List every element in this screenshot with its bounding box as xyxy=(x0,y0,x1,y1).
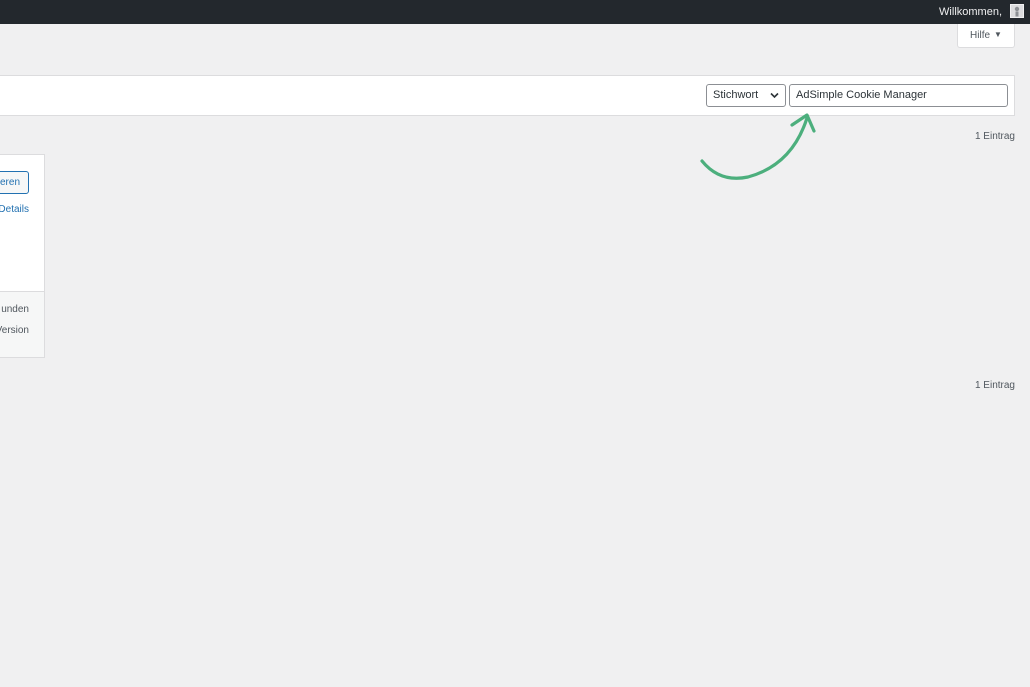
user-avatar-icon[interactable] xyxy=(1010,4,1024,18)
plugin-meta-updated: unden xyxy=(1,304,29,315)
welcome-greeting[interactable]: Willkommen, xyxy=(939,0,1002,24)
plugin-meta-compatibility: Version xyxy=(0,325,29,336)
plugin-card: eren Details unden Version xyxy=(0,154,45,358)
admin-bar: Willkommen, xyxy=(0,0,1030,24)
plugin-filter-bar: Stichwort AdSimple Cookie Manager xyxy=(0,75,1015,116)
result-count-top: 1 Eintrag xyxy=(974,131,1015,142)
annotation-arrow-icon xyxy=(700,113,816,180)
activate-button[interactable]: eren xyxy=(0,171,29,194)
help-label: Hilfe xyxy=(970,30,991,41)
result-count-bottom: 1 Eintrag xyxy=(974,380,1015,391)
more-details-link[interactable]: Details xyxy=(0,204,29,215)
chevron-down-icon xyxy=(770,92,779,99)
search-type-select[interactable]: Stichwort xyxy=(706,84,786,107)
help-button[interactable]: Hilfe ▼ xyxy=(957,24,1015,48)
plugin-card-footer: unden Version xyxy=(0,291,44,357)
plugin-search-input[interactable]: AdSimple Cookie Manager xyxy=(789,84,1008,107)
caret-down-icon: ▼ xyxy=(994,30,1002,39)
search-type-value: Stichwort xyxy=(713,89,759,101)
